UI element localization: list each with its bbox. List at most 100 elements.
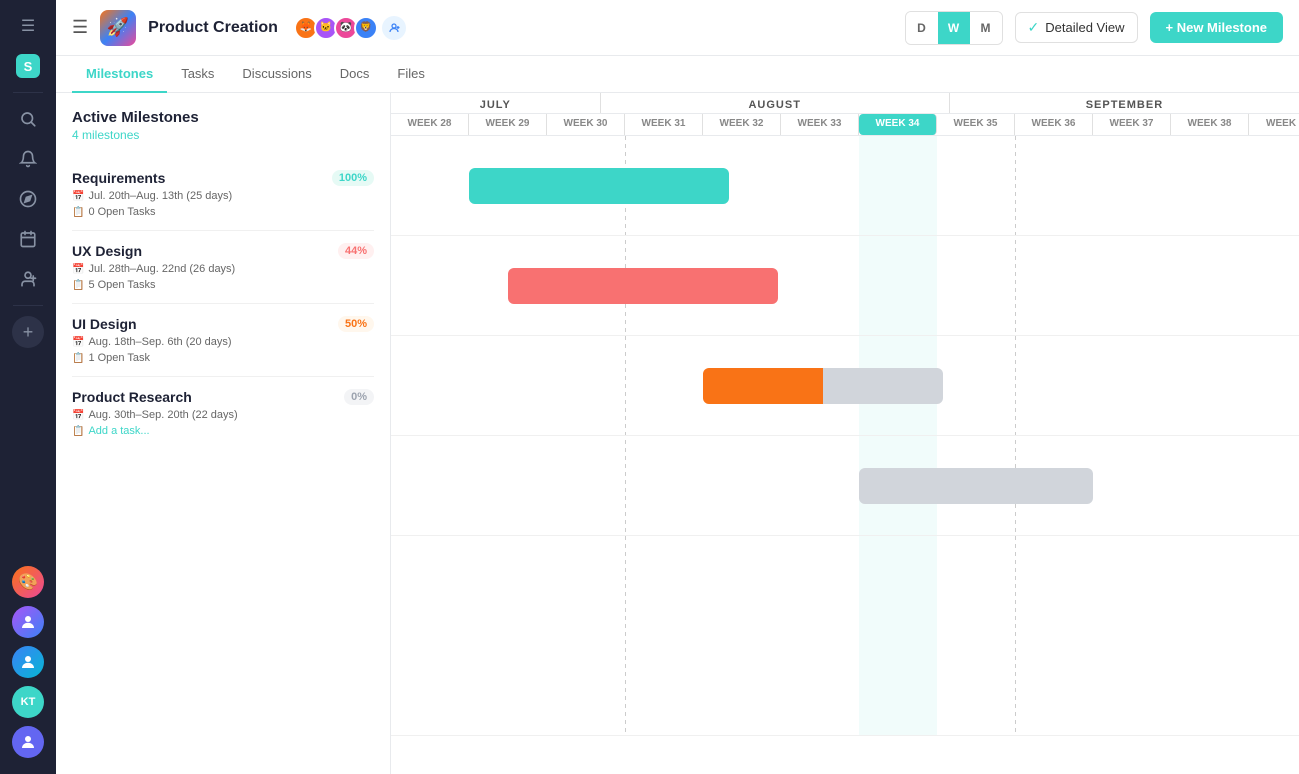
- bar-ui-progress[interactable]: [703, 368, 823, 404]
- avatar-3[interactable]: [12, 646, 44, 678]
- calendar-icon[interactable]: [10, 221, 46, 257]
- task-icon-2: 📋: [72, 280, 84, 291]
- header: ☰ 🚀 Product Creation 🦊 🐱 🐼 🦁 D W M ✓ Det…: [56, 0, 1299, 56]
- left-panel: Active Milestones 4 milestones Requireme…: [56, 93, 391, 774]
- sidebar-divider-1: [13, 92, 43, 93]
- milestone-ui-date: Aug. 18th–Sep. 6th (20 days): [88, 336, 231, 348]
- milestone-ux-date: Jul. 28th–Aug. 22nd (26 days): [88, 263, 235, 275]
- week-31[interactable]: WEEK 31: [625, 114, 703, 135]
- calendar-meta-icon-3: 📅: [72, 337, 84, 348]
- week-32[interactable]: WEEK 32: [703, 114, 781, 135]
- week-38[interactable]: WEEK 38: [1171, 114, 1249, 135]
- calendar-meta-icon-2: 📅: [72, 264, 84, 275]
- main-area: ☰ 🚀 Product Creation 🦊 🐱 🐼 🦁 D W M ✓ Det…: [56, 0, 1299, 774]
- tab-milestones[interactable]: Milestones: [72, 56, 167, 93]
- task-icon-4: 📋: [72, 426, 84, 437]
- gantt-month-row: JULY AUGUST SEPTEMBER: [391, 93, 1299, 114]
- gantt-inner: JULY AUGUST SEPTEMBER WEEK 28 WEEK 29 WE…: [391, 93, 1299, 736]
- compass-icon[interactable]: [10, 181, 46, 217]
- add-user-icon[interactable]: [10, 261, 46, 297]
- week-35[interactable]: WEEK 35: [937, 114, 1015, 135]
- week-36[interactable]: WEEK 36: [1015, 114, 1093, 135]
- milestone-requirements-badge: 100%: [332, 170, 374, 186]
- sidebar: ☰ S + 🎨 KT: [0, 0, 56, 774]
- gantt-row-ui: [391, 336, 1299, 436]
- view-day-button[interactable]: D: [906, 12, 938, 44]
- bar-ux[interactable]: [508, 268, 778, 304]
- gantt-week-row: WEEK 28 WEEK 29 WEEK 30 WEEK 31 WEEK 32 …: [391, 114, 1299, 136]
- tab-files[interactable]: Files: [383, 56, 438, 93]
- milestone-ui-design: UI Design 50% 📅 Aug. 18th–Sep. 6th (20 d…: [72, 304, 374, 377]
- task-icon-3: 📋: [72, 353, 84, 364]
- milestone-research-badge: 0%: [344, 389, 374, 405]
- milestone-ux-badge: 44%: [338, 243, 374, 259]
- hamburger-menu-icon[interactable]: ☰: [72, 17, 88, 38]
- month-september: SEPTEMBER: [950, 93, 1299, 113]
- member-avatar-4[interactable]: 🦁: [354, 16, 378, 40]
- svg-text:S: S: [24, 59, 33, 74]
- bar-research[interactable]: [859, 468, 1093, 504]
- week-28[interactable]: WEEK 28: [391, 114, 469, 135]
- week-37[interactable]: WEEK 37: [1093, 114, 1171, 135]
- avatar-bottom[interactable]: [12, 726, 44, 758]
- hamburger-icon[interactable]: ☰: [10, 8, 46, 44]
- milestone-ui-name: UI Design: [72, 316, 137, 332]
- gantt-row-research: [391, 436, 1299, 536]
- sidebar-bottom: 🎨 KT: [12, 564, 44, 766]
- tab-discussions[interactable]: Discussions: [228, 56, 325, 93]
- milestone-ux-name: UX Design: [72, 243, 142, 259]
- search-icon[interactable]: [10, 101, 46, 137]
- avatar-1[interactable]: 🎨: [12, 566, 44, 598]
- view-toggle: D W M: [905, 11, 1003, 45]
- task-icon-1: 📋: [72, 207, 84, 218]
- avatar-2[interactable]: [12, 606, 44, 638]
- bar-requirements[interactable]: [469, 168, 729, 204]
- week-33[interactable]: WEEK 33: [781, 114, 859, 135]
- view-month-button[interactable]: M: [970, 12, 1002, 44]
- milestone-ux-design: UX Design 44% 📅 Jul. 28th–Aug. 22nd (26 …: [72, 231, 374, 304]
- milestone-requirements-tasks: 0 Open Tasks: [88, 206, 155, 218]
- add-task-link[interactable]: Add a task...: [88, 425, 149, 437]
- week-30[interactable]: WEEK 30: [547, 114, 625, 135]
- bar-ui-remaining[interactable]: [823, 368, 943, 404]
- milestone-research-name: Product Research: [72, 389, 192, 405]
- project-icon: 🚀: [100, 10, 136, 46]
- week-39[interactable]: WEEK 39: [1249, 114, 1299, 135]
- milestone-requirements: Requirements 100% 📅 Jul. 20th–Aug. 13th …: [72, 158, 374, 231]
- tab-tasks[interactable]: Tasks: [167, 56, 228, 93]
- active-milestones-title: Active Milestones: [72, 109, 374, 126]
- new-milestone-button[interactable]: + New Milestone: [1150, 12, 1284, 43]
- calendar-meta-icon-4: 📅: [72, 410, 84, 421]
- milestone-ux-tasks: 5 Open Tasks: [88, 279, 155, 291]
- detailed-view-label: Detailed View: [1045, 20, 1124, 35]
- tab-docs[interactable]: Docs: [326, 56, 384, 93]
- bell-icon[interactable]: [10, 141, 46, 177]
- sidebar-logo[interactable]: S: [10, 48, 46, 84]
- content-area: Active Milestones 4 milestones Requireme…: [56, 93, 1299, 774]
- gantt-row-requirements: [391, 136, 1299, 236]
- sidebar-divider-2: [13, 305, 43, 306]
- project-title: Product Creation: [148, 19, 278, 37]
- milestone-requirements-name: Requirements: [72, 170, 165, 186]
- add-project-button[interactable]: +: [12, 316, 44, 348]
- invite-button[interactable]: [382, 16, 406, 40]
- milestone-ui-badge: 50%: [338, 316, 374, 332]
- project-avatars: 🦊 🐱 🐼 🦁: [294, 16, 406, 40]
- milestone-research-date: Aug. 30th–Sep. 20th (22 days): [88, 409, 237, 421]
- gantt-rows-container: [391, 136, 1299, 736]
- gantt-row-empty: [391, 536, 1299, 736]
- milestones-count: 4 milestones: [72, 128, 374, 142]
- month-august: AUGUST: [601, 93, 950, 113]
- user-kt-avatar[interactable]: KT: [12, 686, 44, 718]
- view-week-button[interactable]: W: [938, 12, 970, 44]
- milestone-requirements-date: Jul. 20th–Aug. 13th (25 days): [88, 190, 232, 202]
- milestone-ui-tasks: 1 Open Task: [88, 352, 150, 364]
- week-29[interactable]: WEEK 29: [469, 114, 547, 135]
- month-july: JULY: [391, 93, 601, 113]
- gantt-row-ux: [391, 236, 1299, 336]
- calendar-meta-icon-1: 📅: [72, 191, 84, 202]
- week-34-current[interactable]: WEEK 34: [859, 114, 937, 135]
- milestone-product-research: Product Research 0% 📅 Aug. 30th–Sep. 20t…: [72, 377, 374, 449]
- detailed-view-button[interactable]: ✓ Detailed View: [1015, 12, 1138, 43]
- check-icon: ✓: [1028, 19, 1040, 36]
